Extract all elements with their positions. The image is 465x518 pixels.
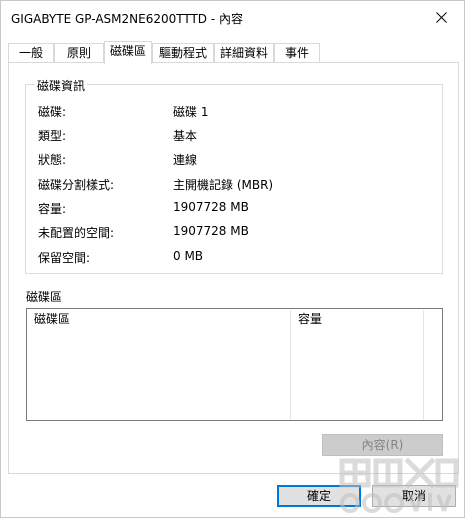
column-header-capacity[interactable]: 容量 (291, 310, 422, 330)
unallocated-label: 未配置的空間: (38, 226, 115, 240)
capacity-value: 1907728 MB (173, 200, 249, 214)
disk-value: 磁碟 1 (173, 105, 209, 119)
volumes-tab-panel: 磁碟資訊 磁碟: 磁碟 1 類型: 基本 狀態: 連線 磁碟分割樣式: 主開機記… (8, 62, 459, 474)
type-value: 基本 (173, 129, 198, 143)
volumes-list[interactable]: 磁碟區 容量 (26, 308, 443, 421)
tab-volumes[interactable]: 磁碟區 (104, 41, 152, 64)
disk-label: 磁碟: (38, 105, 67, 119)
close-icon (435, 11, 447, 23)
tab-general[interactable]: 一般 (8, 43, 54, 63)
column-header-volume[interactable]: 磁碟區 (27, 310, 289, 330)
status-label: 狀態: (38, 153, 67, 167)
title-bar[interactable]: GIGABYTE GP-ASM2NE6200TTTD - 內容 (1, 1, 464, 35)
capacity-label: 容量: (38, 202, 67, 216)
unallocated-value: 1907728 MB (173, 224, 249, 238)
close-button[interactable] (418, 1, 464, 33)
disk-info-group-title: 磁碟資訊 (35, 77, 88, 94)
partition-style-label: 磁碟分割樣式: (38, 178, 115, 192)
volumes-section-label: 磁碟區 (26, 290, 63, 304)
type-label: 類型: (38, 129, 67, 143)
tab-policies[interactable]: 原則 (54, 43, 104, 63)
reserved-value: 0 MB (173, 249, 204, 263)
reserved-label: 保留空間: (38, 251, 91, 265)
column-divider[interactable] (423, 310, 424, 420)
tab-details[interactable]: 詳細資料 (214, 43, 274, 63)
watermark-logo (339, 457, 459, 513)
tab-events[interactable]: 事件 (274, 43, 320, 63)
properties-button[interactable]: 內容(R) (322, 434, 443, 456)
properties-dialog: GIGABYTE GP-ASM2NE6200TTTD - 內容 一般 原則 磁碟… (0, 0, 465, 518)
tab-strip: 一般 原則 磁碟區 驅動程式 詳細資料 事件 (8, 41, 459, 64)
tab-driver[interactable]: 驅動程式 (152, 43, 214, 63)
partition-style-value: 主開機記錄 (MBR) (173, 178, 274, 192)
window-title: GIGABYTE GP-ASM2NE6200TTTD - 內容 (11, 12, 243, 26)
status-value: 連線 (173, 153, 198, 167)
